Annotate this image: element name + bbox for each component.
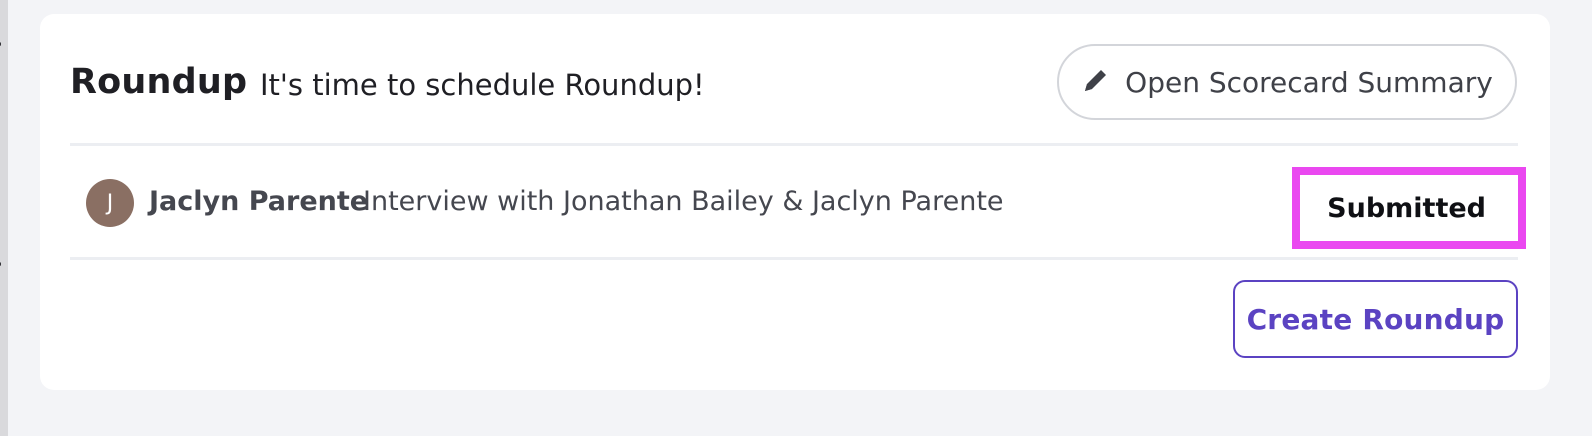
divider [70, 257, 1518, 260]
status-badge: Submitted [1327, 192, 1486, 224]
avatar: J [86, 179, 134, 227]
pencil-icon [1081, 65, 1111, 99]
interview-row: J Jaclyn Parente Interview with Jonathan… [70, 149, 1526, 259]
create-roundup-button[interactable]: Create Roundup [1233, 280, 1518, 358]
roundup-title: Roundup [70, 62, 248, 102]
status-highlight: Submitted [1292, 167, 1526, 249]
open-scorecard-summary-button[interactable]: Open Scorecard Summary [1057, 44, 1517, 120]
left-panel-fragment: T [0, 42, 1, 64]
roundup-subtitle: It's time to schedule Roundup! [260, 68, 705, 102]
left-panel-edge [0, 0, 8, 436]
divider [70, 143, 1518, 146]
open-scorecard-summary-label: Open Scorecard Summary [1125, 65, 1493, 99]
page: T v I t T g I Roundup It's time to sched… [0, 0, 1592, 436]
roundup-card: Roundup It's time to schedule Roundup! O… [40, 14, 1550, 390]
interview-title: Interview with Jonathan Bailey & Jaclyn … [363, 186, 1004, 217]
interviewer-name: Jaclyn Parente [149, 186, 369, 217]
roundup-header: Roundup It's time to schedule Roundup! O… [70, 44, 1518, 124]
create-roundup-label: Create Roundup [1246, 302, 1505, 336]
left-panel-fragment: T [0, 262, 1, 284]
avatar-initial: J [106, 190, 114, 216]
